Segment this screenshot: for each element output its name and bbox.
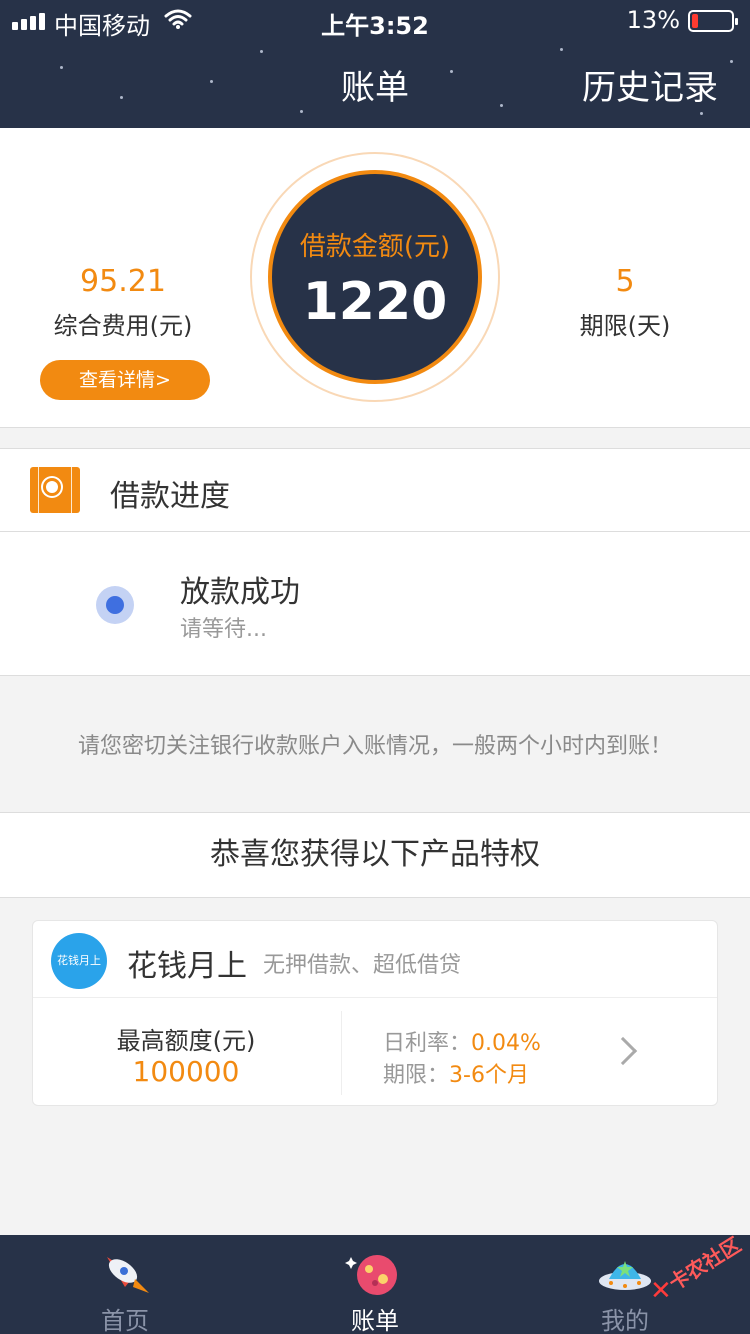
watermark-text: 卡农社区 [664, 1232, 746, 1296]
step-indicator-icon [96, 586, 134, 624]
progress-icon [30, 467, 80, 513]
product-term-label: 期限： [383, 1063, 450, 1088]
progress-header: 借款进度 [0, 449, 750, 532]
rocket-icon [107, 1257, 149, 1293]
product-logo: 花钱月上 [51, 933, 107, 989]
progress-title: 借款进度 [110, 479, 230, 514]
product-tagline: 无押借款、超低借贷 [263, 953, 462, 978]
product-name: 花钱月上 [127, 949, 247, 984]
tab-home[interactable]: 首页 [0, 1235, 250, 1334]
history-button[interactable]: 历史记录 [582, 60, 718, 109]
notice-text: 请您密切关注银行收款账户入账情况，一般两个小时内到账！ [77, 734, 672, 759]
ufo-icon [599, 1261, 651, 1290]
privileges-title: 恭喜您获得以下产品特权 [0, 812, 750, 898]
header: 中国移动 上午3:52 13% 账单 历史记录 [0, 0, 750, 128]
rate-line: 日利率：0.04% [383, 1025, 541, 1057]
rate-value: 0.04% [471, 1031, 541, 1056]
rate-label: 日利率： [383, 1031, 472, 1056]
planet-icon [345, 1255, 397, 1295]
chevron-right-icon[interactable] [608, 1036, 638, 1066]
limit-value: 100000 [132, 1055, 240, 1088]
watermark: ✕ 卡农社区 [650, 1232, 746, 1312]
product-term-value: 3-6个月 [449, 1063, 529, 1088]
term-value: 5 [615, 264, 635, 299]
tab-bar: 首页 账单 我的 [0, 1235, 750, 1334]
fee-label: 综合费用(元) [53, 312, 193, 340]
status-bar: 中国移动 上午3:52 13% [0, 0, 750, 40]
view-details-button[interactable]: 查看详情> [40, 360, 210, 400]
fee-value: 95.21 [80, 264, 166, 299]
loan-amount-label: 借款金额(元) [299, 232, 451, 262]
card-vertical-divider [341, 1011, 342, 1095]
tab-label: 首页 [101, 1307, 149, 1334]
product-card[interactable]: 花钱月上 花钱月上 无押借款、超低借贷 最高额度(元) 100000 日利率：0… [32, 920, 718, 1106]
loan-amount: 1220 [302, 272, 448, 332]
step-title: 放款成功 [180, 575, 300, 610]
loan-progress: 借款进度 放款成功 请等待... [0, 448, 750, 676]
loan-summary: 95.21 综合费用(元) 查看详情> 借款金额(元) 1220 5 期限(天) [0, 128, 750, 428]
tab-label: 账单 [351, 1307, 399, 1334]
battery-percentage: 13% [626, 6, 680, 34]
card-divider [33, 997, 717, 998]
term-label: 期限(天) [579, 312, 671, 340]
limit-label: 最高额度(元) [116, 1027, 256, 1055]
product-logo-text: 花钱月上 [57, 954, 101, 967]
tab-bill[interactable]: 账单 [250, 1235, 500, 1334]
battery-icon [688, 10, 738, 32]
product-term-line: 期限：3-6个月 [383, 1057, 529, 1089]
step-subtitle: 请等待... [180, 617, 267, 642]
